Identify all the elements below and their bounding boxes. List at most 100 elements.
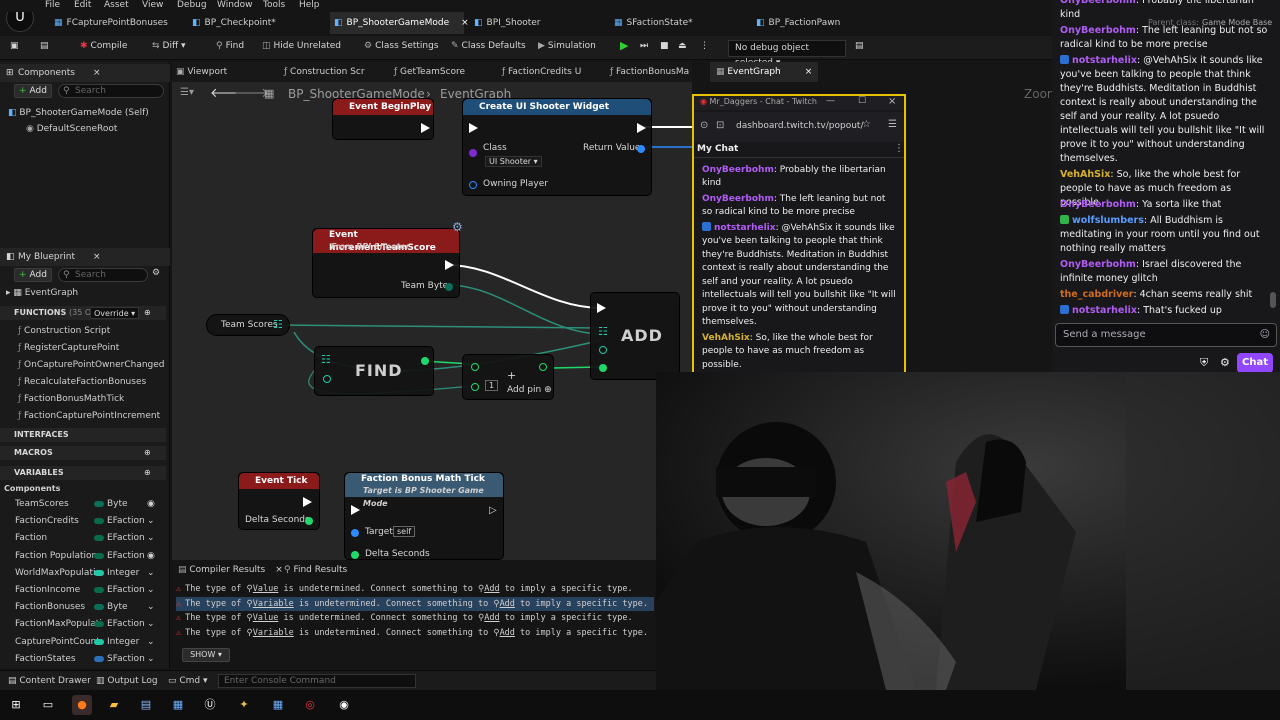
debug-filter-icon[interactable]: ▤ <box>855 41 864 51</box>
menu-tools[interactable]: Tools <box>263 0 285 10</box>
close-icon[interactable]: × <box>93 64 101 82</box>
class-settings-button[interactable]: ⚙ Class Settings <box>364 41 439 51</box>
obs-icon[interactable]: ◉ <box>334 695 354 715</box>
variable-row[interactable]: FactionBonuses Byte ⌄ <box>0 599 166 616</box>
macros-section[interactable]: MACROS ⊕ <box>0 446 166 460</box>
variable-row[interactable]: CapturePointCount Integer ⌄ <box>0 634 166 651</box>
variable-row[interactable]: FactionMaxPopulati EFaction ⌄ <box>0 616 166 633</box>
windows-start-icon[interactable]: ⊞ <box>6 695 26 715</box>
show-button[interactable]: SHOW ▾ <box>182 648 230 662</box>
component-defaultsceneroot[interactable]: ◉ DefaultSceneRoot <box>26 124 117 134</box>
node-faction-bonus-math-tick[interactable]: Faction Bonus Math Tick Target is BP Shoo… <box>344 472 504 560</box>
cmd-dropdown[interactable]: ▭ Cmd ▾ <box>168 676 208 686</box>
menu-edit[interactable]: Edit <box>74 0 91 10</box>
stop-icon[interactable]: ■ <box>660 41 669 51</box>
add-member-button[interactable]: + Add <box>14 268 52 282</box>
chat-send-button[interactable]: Chat <box>1237 353 1273 373</box>
simulation-button[interactable]: ▶ Simulation <box>538 41 596 51</box>
index-pin[interactable] <box>599 364 607 372</box>
array-pin-icon[interactable]: ☷ <box>273 318 283 331</box>
tab-compiler-results[interactable]: ▤ Compiler Results × <box>178 562 283 578</box>
exec-out-pin[interactable] <box>303 497 312 507</box>
blueprint-search-input[interactable]: ⚲ Search <box>58 268 148 282</box>
variable-row[interactable]: FactionIncome EFaction ⌄ <box>0 582 166 599</box>
eye-closed-icon[interactable]: ⌄ <box>147 582 155 599</box>
shield-icon[interactable]: ⛨ <box>1200 356 1208 370</box>
exec-in-pin[interactable] <box>351 505 360 515</box>
array-pin-icon[interactable]: ☷ <box>598 325 608 338</box>
output-pin[interactable] <box>539 363 547 371</box>
menu-debug[interactable]: Debug <box>177 0 207 10</box>
close-icon[interactable]: × <box>461 18 469 28</box>
firefox-icon[interactable]: ● <box>72 695 92 715</box>
node-event-incrementteamscore[interactable]: Event IncrementTeamScore From BPI Shooter… <box>312 228 460 298</box>
exec-in-pin[interactable] <box>597 303 606 313</box>
add-component-button[interactable]: + Add <box>14 84 52 98</box>
eye-closed-icon[interactable]: ⌄ <box>147 651 155 668</box>
add-macro-icon[interactable]: ⊕ <box>144 446 151 460</box>
node-get-teamscores[interactable]: Team Scores ☷ <box>206 314 290 336</box>
function-item[interactable]: ƒ RegisterCapturePoint <box>18 343 119 353</box>
graph-editor[interactable]: ▣ Viewport ƒ Construction Scr ƒ GetTeamS… <box>172 62 818 560</box>
minimize-icon[interactable]: — <box>826 96 835 106</box>
chat-scrollbar[interactable] <box>1270 292 1276 308</box>
add-pin-button[interactable]: Add pin ⊕ <box>507 385 552 395</box>
variables-category-components[interactable]: Components <box>4 484 60 493</box>
find-button[interactable]: ⚲ Find <box>216 41 244 51</box>
gear-icon[interactable]: ⚙ <box>152 268 160 278</box>
content-drawer-button[interactable]: ▤ Content Drawer <box>8 676 91 686</box>
exec-out-pin[interactable] <box>421 123 430 133</box>
output-log-button[interactable]: ▥ Output Log <box>96 676 158 686</box>
eye-closed-icon[interactable]: ⌄ <box>147 634 155 651</box>
eye-closed-icon[interactable]: ⌄ <box>147 530 155 547</box>
exec-in-pin[interactable] <box>469 123 478 133</box>
doc-tab-bp-factionpawn[interactable]: ◧ BP_FactionPawn <box>752 12 882 34</box>
url-field[interactable]: dashboard.twitch.tv/popout/ <box>736 121 864 131</box>
console-input[interactable]: Enter Console Command <box>218 674 416 688</box>
variable-row[interactable]: FactionStates SFaction ⌄ <box>0 651 166 668</box>
class-defaults-button[interactable]: ✎ Class Defaults <box>451 41 526 51</box>
delta-seconds-pin[interactable] <box>305 517 313 525</box>
diff-button[interactable]: ⇆ Diff ▾ <box>152 41 186 51</box>
function-item[interactable]: ƒ Construction Script <box>18 326 110 336</box>
input-pin[interactable] <box>471 383 479 391</box>
variable-row[interactable]: Faction EFaction ⌄ <box>0 530 166 547</box>
emote-icon[interactable]: ☺ <box>1260 324 1270 346</box>
compiler-error-row[interactable]: ⚠ The type of ⚲Variable is undetermined. … <box>176 626 654 640</box>
function-item[interactable]: ƒ FactionBonusMathTick <box>18 394 124 404</box>
index-out-pin[interactable] <box>421 357 429 365</box>
components-search-input[interactable]: ⚲ Search <box>58 84 164 98</box>
eye-closed-icon[interactable]: ⌄ <box>147 616 155 633</box>
task-view-icon[interactable]: ▭ <box>38 695 58 715</box>
site-info-icon[interactable]: ⊙ <box>700 120 708 131</box>
node-event-beginplay[interactable]: Event BeginPlay <box>332 98 434 140</box>
eject-icon[interactable]: ⏏ <box>678 41 687 51</box>
owning-player-pin[interactable] <box>469 181 477 189</box>
functions-section[interactable]: FUNCTIONS (35 OVERRI Override ▾ ⊕ <box>0 306 166 320</box>
eye-closed-icon[interactable]: ⌄ <box>147 599 155 616</box>
compiler-error-row[interactable]: ⚠ The type of ⚲Value is undetermined. Con… <box>176 582 654 596</box>
class-value-select[interactable]: UI Shooter ▾ <box>485 156 542 167</box>
menu-help[interactable]: Help <box>299 0 320 10</box>
variables-section[interactable]: VARIABLES ⊕ <box>0 466 166 480</box>
variable-row[interactable]: FactionCredits EFaction ⌄ <box>0 513 166 530</box>
unreal-editor-icon[interactable]: Ⓤ <box>200 695 220 715</box>
add-variable-icon[interactable]: ⊕ <box>144 466 151 480</box>
file-explorer-icon[interactable]: ▰ <box>104 695 124 715</box>
save-icon[interactable]: ▣ <box>10 41 19 51</box>
eye-icon[interactable]: ◉ <box>147 496 155 513</box>
node-find[interactable]: ☷ FIND <box>314 346 434 396</box>
interfaces-section[interactable]: INTERFACES <box>0 428 166 442</box>
item-pin[interactable] <box>323 375 331 383</box>
doc-tab-bp-checkpoint[interactable]: ◧ BP_Checkpoint* <box>188 12 328 34</box>
doc-tab-bpi-shooter[interactable]: ◧ BPI_Shooter <box>470 12 600 34</box>
variable-row[interactable]: WorldMaxPopulatio Integer ⌄ <box>0 565 166 582</box>
override-dropdown[interactable]: Override ▾ <box>90 307 140 319</box>
close-icon[interactable]: × <box>93 248 101 266</box>
menu-icon[interactable]: ☰ <box>888 119 897 130</box>
variable-row[interactable]: Faction Population EFaction ◉ <box>0 548 166 565</box>
eye-closed-icon[interactable]: ⌄ <box>147 565 155 582</box>
function-item[interactable]: ƒ OnCapturePointOwnerChanged <box>18 360 165 370</box>
browse-icon[interactable]: ▤ <box>40 41 49 51</box>
index-field[interactable]: 1 <box>485 380 499 391</box>
